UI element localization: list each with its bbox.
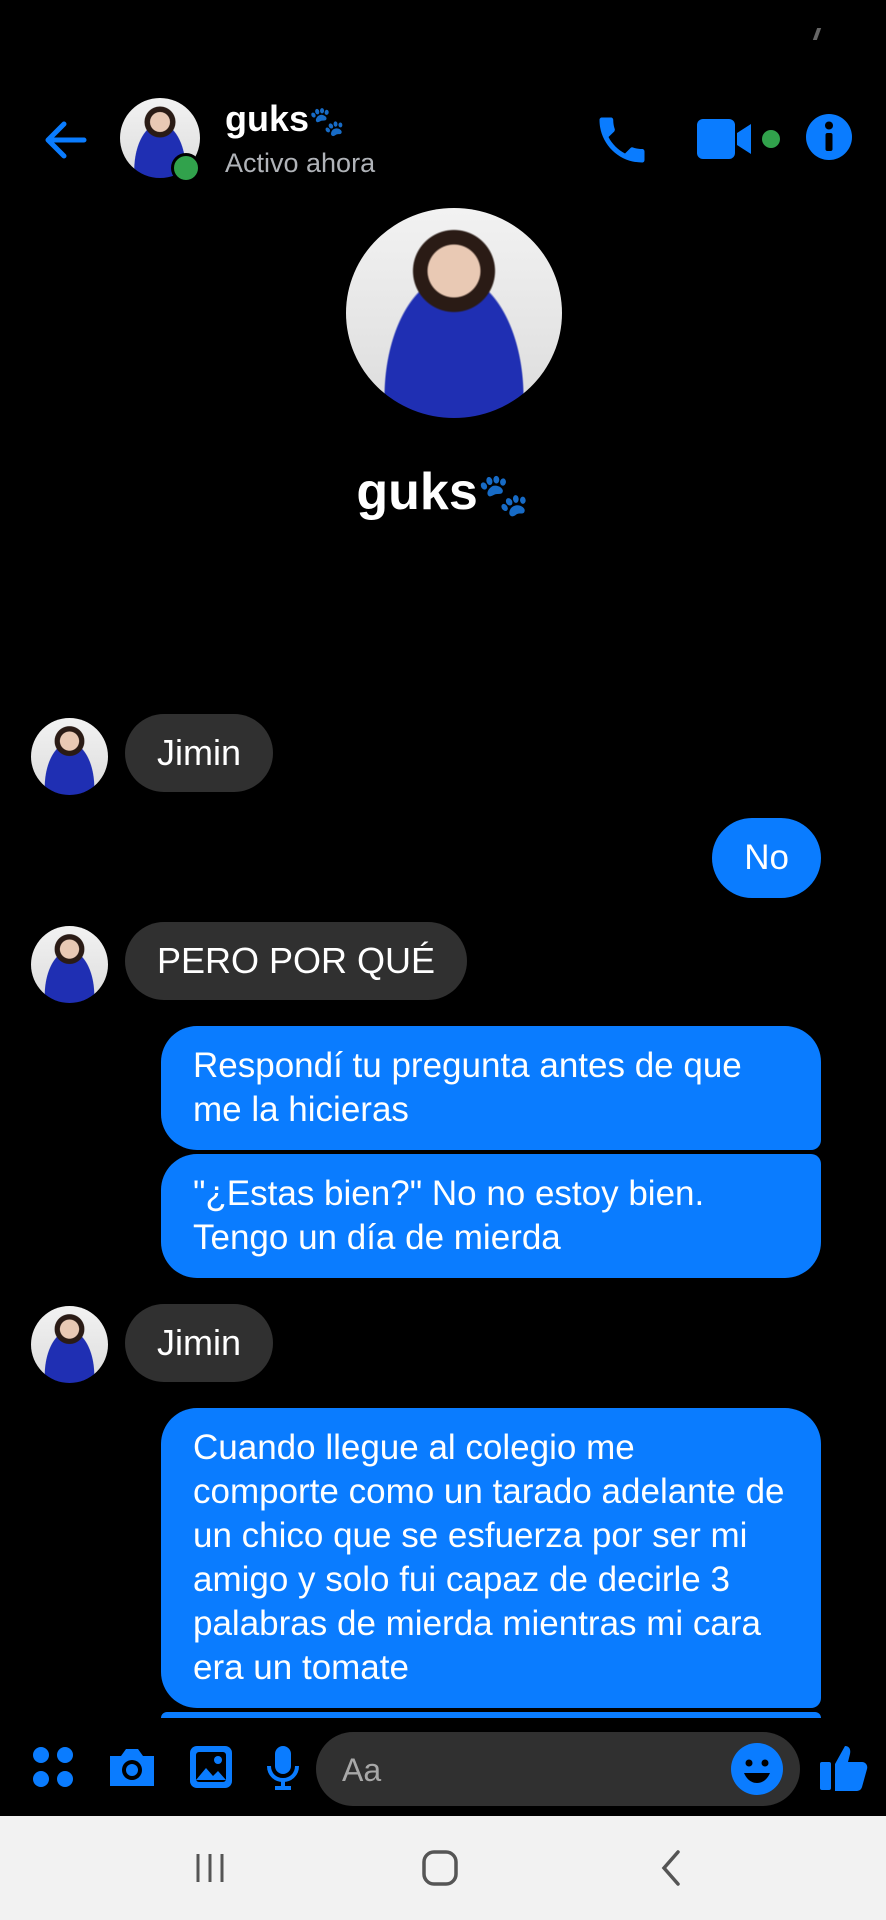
phone-call-icon[interactable] [592, 110, 652, 170]
back-nav-icon[interactable] [654, 1848, 690, 1893]
apps-icon[interactable] [30, 1744, 76, 1795]
status-bar-mark [812, 28, 822, 40]
video-call-icon[interactable] [695, 115, 757, 165]
camera-icon[interactable] [106, 1744, 158, 1795]
outgoing-message[interactable]: Cuando llegue al colegio me comporte com… [161, 1408, 821, 1708]
sender-avatar[interactable] [31, 1306, 108, 1383]
outgoing-message[interactable]: Respondí tu pregunta antes de que me la … [161, 1026, 821, 1150]
video-active-dot [762, 130, 780, 148]
gallery-icon[interactable] [188, 1744, 234, 1795]
message-input[interactable] [316, 1732, 800, 1806]
profile-name-text: guks [356, 463, 478, 521]
contact-status: Activo ahora [225, 148, 376, 178]
next-message-edge [161, 1712, 821, 1718]
profile-photo[interactable] [346, 208, 562, 418]
home-icon[interactable] [420, 1848, 460, 1893]
back-arrow-icon[interactable] [36, 110, 96, 170]
online-indicator [171, 153, 201, 183]
microphone-icon[interactable] [264, 1744, 302, 1795]
outgoing-message[interactable]: No [712, 818, 821, 898]
incoming-message[interactable]: Jimin [125, 714, 274, 792]
outgoing-message[interactable]: "¿Estas bien?" No no estoy bien. Tengo u… [161, 1154, 821, 1278]
sender-avatar[interactable] [31, 718, 108, 795]
profile-name: guks🐾 [0, 462, 886, 522]
recent-apps-icon[interactable] [192, 1850, 228, 1891]
contact-name-text: guks [225, 98, 310, 139]
info-icon[interactable] [804, 112, 854, 162]
incoming-message[interactable]: PERO POR QUÉ [125, 922, 468, 1000]
emoji-icon[interactable] [730, 1742, 784, 1801]
contact-name[interactable]: guks🐾 [225, 98, 345, 140]
sender-avatar[interactable] [31, 926, 108, 1003]
incoming-message[interactable]: Jimin [125, 1304, 274, 1382]
message-input-placeholder: Aa [342, 1752, 382, 1788]
like-icon[interactable] [818, 1740, 870, 1799]
paw-emoji: 🐾 [309, 106, 345, 138]
paw-emoji: 🐾 [477, 471, 530, 518]
